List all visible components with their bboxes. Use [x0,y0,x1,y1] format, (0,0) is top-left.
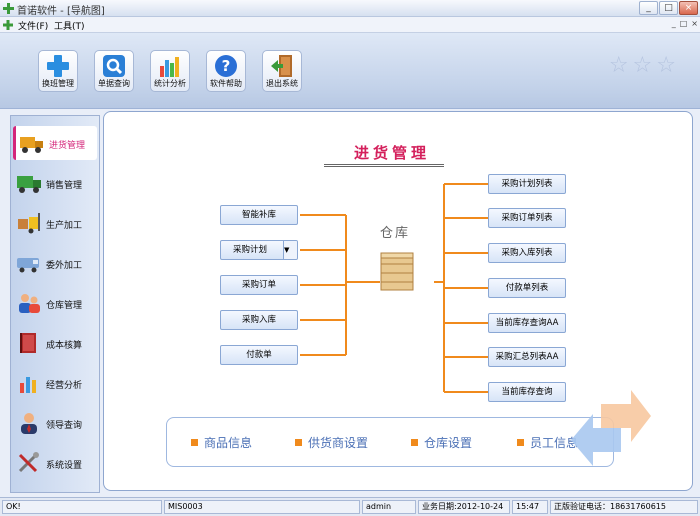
nav-label: 系统设置 [46,461,83,471]
smart-restock-button[interactable]: 智能补库 [220,205,298,225]
mdi-close-button[interactable]: × [691,19,698,28]
exit-button[interactable]: 退出系统 [262,50,302,92]
nav-item-outsourcing[interactable]: 委外加工 [13,246,97,280]
app-icon [3,3,14,14]
current-stock-query-button[interactable]: 当前库存查询 [488,382,566,402]
nav-item-production[interactable]: 生产加工 [13,206,97,240]
purchase-order-list-button[interactable]: 采购订单列表 [488,208,566,228]
tool-label: 软件帮助 [210,79,242,88]
analysis-chart-icon [20,377,36,393]
forklift-icon [18,213,40,234]
purchase-plan-label: 采购计划 [233,245,268,255]
nav-label: 仓库管理 [46,301,83,311]
purchase-plan-dropdown[interactable]: 采购计划 ▼ [220,240,298,260]
minimize-button[interactable]: _ [639,1,658,15]
bullet-icon [411,439,418,446]
bullet-icon [517,439,524,446]
tools-icon [18,452,39,473]
tool-label: 换班管理 [42,79,74,88]
status-business-date: 业务日期:2012-10-24 [418,500,510,514]
tool-label: 单据查询 [98,79,130,88]
nav-label: 生产加工 [46,221,83,231]
users-icon [19,294,40,313]
nav-item-warehouse[interactable]: 仓库管理 [13,286,97,320]
tool-label: 退出系统 [266,79,298,88]
close-button[interactable]: × [679,1,698,15]
nav-item-analysis[interactable]: 经营分析 [13,366,97,400]
status-time: 15:47 [512,500,548,514]
menu-bar: 文件(F) 工具(T) _ □ × [0,17,700,33]
van-icon [17,258,39,273]
menu-tools[interactable]: 工具(T) [54,19,85,32]
mdi-minimize-button[interactable]: _ [672,19,676,28]
link-label: 供货商设置 [308,436,369,450]
bullet-icon [191,439,198,446]
nav-label: 经营分析 [46,381,83,391]
nav-item-settings[interactable]: 系统设置 [13,446,97,480]
shift-management-button[interactable]: 换班管理 [38,50,78,92]
quick-links-bar: 商品信息 供货商设置 仓库设置 员工信息 [166,417,614,467]
menu-file[interactable]: 文件(F) [18,19,48,32]
help-icon: ? [215,55,237,77]
link-label: 仓库设置 [424,436,473,450]
document-query-button[interactable]: 单据查询 [94,50,134,92]
mdi-restore-button[interactable]: □ [680,19,688,28]
status-phone: 正版验证电话：18631760615 [550,500,698,514]
window-title: 首诺软件 - [导航图] [17,6,105,17]
link-employee-info[interactable]: 员工信息 [517,434,578,451]
navigation-diagram-panel: 进货管理 智能补库 采购计划 ▼ 采购订单 采购入库 付款单 仓库 采购计划列表… [103,111,693,491]
status-code: MIS0003 [164,500,360,514]
nav-label: 销售管理 [46,181,83,191]
help-button[interactable]: ? 软件帮助 [206,50,246,92]
delivery-truck-icon [17,176,41,193]
status-message: OK! [2,500,162,514]
purchase-receipt-list-button[interactable]: 采购入库列表 [488,243,566,263]
book-icon [20,333,36,353]
nav-item-sales[interactable]: 销售管理 [13,166,97,200]
document-icon [3,20,13,30]
nav-label: 领导查询 [46,421,83,431]
bar-chart-icon [160,57,179,77]
direction-arrows-icon [571,390,651,466]
svg-text:?: ? [222,57,231,75]
nav-label: 成本核算 [46,341,83,351]
purchase-order-button[interactable]: 采购订单 [220,275,298,295]
manager-icon [21,413,37,434]
bullet-icon [295,439,302,446]
purchase-summary-list-aa-button[interactable]: 采购汇总列表AA [488,347,566,367]
status-user: admin [362,500,416,514]
current-stock-query-aa-button[interactable]: 当前库存查询AA [488,313,566,333]
status-bar: OK! MIS0003 admin 业务日期:2012-10-24 15:47 … [0,497,700,516]
magnifier-icon [103,55,125,77]
left-navigation: 进货管理 销售管理 生产加工 委外加工 仓库管理 成本核算 经营分析 领导查询 … [10,115,100,493]
statistics-button[interactable]: 统计分析 [150,50,190,92]
link-product-info[interactable]: 商品信息 [191,434,252,451]
link-warehouse-settings[interactable]: 仓库设置 [411,434,472,451]
warehouse-label: 仓库 [380,226,411,241]
truck-icon [20,137,43,153]
nav-item-leader-query[interactable]: 领导查询 [13,406,97,440]
payment-list-button[interactable]: 付款单列表 [488,278,566,298]
link-supplier-settings[interactable]: 供货商设置 [295,434,368,451]
payment-button[interactable]: 付款单 [220,345,298,365]
chevron-down-icon[interactable]: ▼ [283,241,297,259]
nav-label: 委外加工 [46,261,83,271]
decorative-stars: ☆☆☆ [608,53,680,78]
nav-label: 进货管理 [49,141,86,151]
exit-door-icon [271,55,292,77]
maximize-button[interactable]: □ [659,1,678,15]
purchase-plan-list-button[interactable]: 采购计划列表 [488,174,566,194]
purchase-receipt-button[interactable]: 采购入库 [220,310,298,330]
nav-item-cost[interactable]: 成本核算 [13,326,97,360]
toolbar: 换班管理 单据查询 统计分析 ? 软件帮助 退出系统 ☆☆☆ [0,33,700,109]
plus-icon [47,55,69,77]
nav-item-purchase[interactable]: 进货管理 [13,126,97,160]
tool-label: 统计分析 [154,79,186,88]
link-label: 商品信息 [204,436,253,450]
crate-icon [380,252,414,291]
title-bar: 首诺软件 - [导航图] _ □ × [0,0,700,17]
